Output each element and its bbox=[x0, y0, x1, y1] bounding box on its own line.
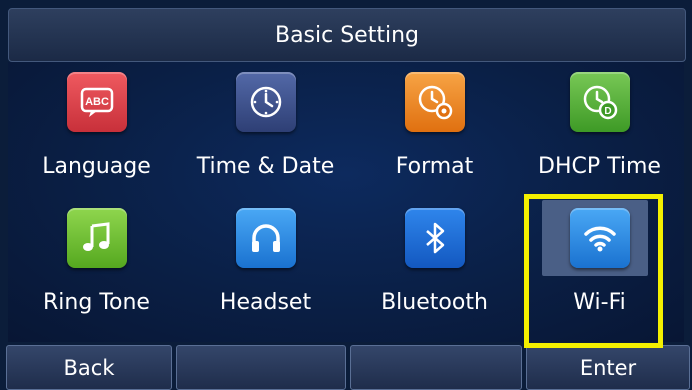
music-note-icon bbox=[66, 208, 127, 268]
menu-item-format[interactable]: Format bbox=[350, 62, 519, 198]
menu-item-label: Format bbox=[395, 154, 474, 179]
annotation-highlight-box bbox=[524, 194, 663, 348]
enter-softkey[interactable]: Enter bbox=[526, 345, 690, 390]
menu-item-label: Time & Date bbox=[196, 154, 335, 179]
softkey-bar: Back Enter bbox=[0, 345, 692, 390]
headset-icon bbox=[235, 208, 296, 268]
page-title: Basic Setting bbox=[274, 22, 419, 48]
softkey-label: Back bbox=[63, 355, 115, 380]
empty-softkey-2[interactable] bbox=[350, 345, 522, 390]
svg-text:D: D bbox=[604, 106, 611, 117]
menu-item-ring-tone[interactable]: Ring Tone bbox=[12, 198, 181, 334]
menu-item-bluetooth[interactable]: Bluetooth bbox=[350, 198, 519, 334]
menu-item-label: DHCP Time bbox=[538, 154, 661, 179]
menu-item-dhcp-time[interactable]: D DHCP Time bbox=[515, 62, 684, 198]
back-softkey[interactable]: Back bbox=[6, 345, 172, 390]
menu-item-label: Ring Tone bbox=[43, 290, 150, 315]
menu-item-language[interactable]: ABC Language bbox=[12, 62, 181, 198]
clock-gear-icon bbox=[404, 72, 465, 132]
menu-item-time-date[interactable]: Time & Date bbox=[181, 62, 350, 198]
clock-icon bbox=[235, 72, 296, 132]
menu-item-label: Headset bbox=[219, 290, 312, 315]
softkey-label: Enter bbox=[579, 355, 637, 380]
menu-item-label: Bluetooth bbox=[381, 290, 488, 315]
menu-item-label: Language bbox=[42, 154, 151, 179]
clock-dhcp-icon: D bbox=[569, 72, 630, 132]
empty-softkey-1[interactable] bbox=[176, 345, 346, 390]
bluetooth-icon bbox=[404, 208, 465, 268]
menu-item-headset[interactable]: Headset bbox=[181, 198, 350, 334]
language-abc-icon: ABC bbox=[66, 72, 127, 132]
svg-text:ABC: ABC bbox=[85, 96, 109, 108]
phone-screen: Basic Setting ABC Language Time & Date F… bbox=[0, 0, 692, 390]
title-bar: Basic Setting bbox=[8, 8, 686, 62]
